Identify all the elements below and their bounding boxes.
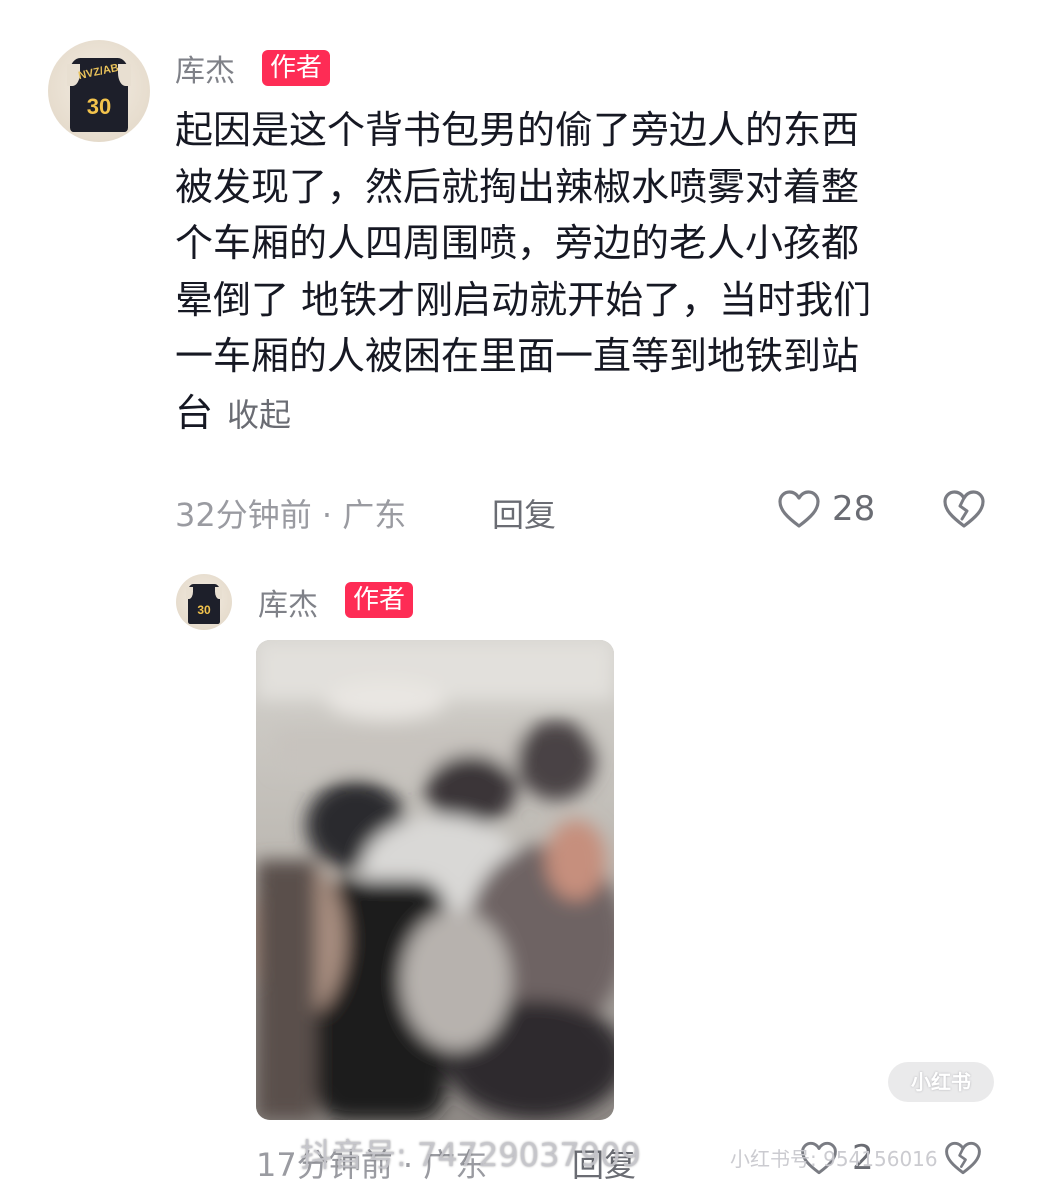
comment-line-last: 台收起 [175,385,975,444]
reply-dislike-broken-heart-icon[interactable] [944,1140,982,1176]
author-badge: 作者 [262,50,331,86]
comment-line: 被发现了，然后就掏出辣椒水喷雾对着整 [175,164,860,209]
comment-line: 个车厢的人四周围喷，旁边的老人小孩都 [175,221,860,265]
xiaohongshu-watermark: 小红书号: 954156016 [730,1147,938,1171]
like-count: 28 [832,489,876,529]
comment-time-location: 32分钟前 · 广东 [175,496,407,534]
jersey-image: 30 [186,584,222,625]
comment-line: 起因是这个背书包男的偷了旁边人的东西 [175,108,860,152]
douyin-watermark: 抖音号: 74729037909 [300,1136,641,1174]
author-name[interactable]: 库杰 [175,46,235,90]
reply-author-badge: 作者 [345,582,414,618]
reply-photo[interactable] [256,640,614,1120]
watermark-logo: 小红书 [888,1062,994,1102]
author-avatar[interactable]: NVZ/AB 30 [48,40,150,142]
collapse-button[interactable]: 收起 [227,396,291,434]
comment-body: 起因是这个背书包男的偷了旁边人的东西 被发现了，然后就掏出辣椒水喷雾对着整 个车… [175,102,975,443]
blurred-subway-photo [256,640,614,1120]
comment-line: 晕倒了 地铁才刚启动就开始了，当时我们 [175,277,872,322]
reply-author-avatar[interactable]: 30 [176,574,232,630]
jersey-number: 30 [197,603,211,618]
comment-line: 一车厢的人被困在里面一直等到地铁到站 [175,334,860,378]
comment-line: 台 [175,390,214,435]
reply-author-name[interactable]: 库杰 [258,580,318,624]
reply-button[interactable]: 回复 [492,490,556,536]
like-heart-icon[interactable] [777,489,821,529]
jersey-number: 30 [86,93,112,119]
jersey-image: NVZ/AB 30 [67,58,132,132]
jersey-team-text: NVZ/AB [77,61,121,82]
dislike-broken-heart-icon[interactable] [942,489,986,529]
